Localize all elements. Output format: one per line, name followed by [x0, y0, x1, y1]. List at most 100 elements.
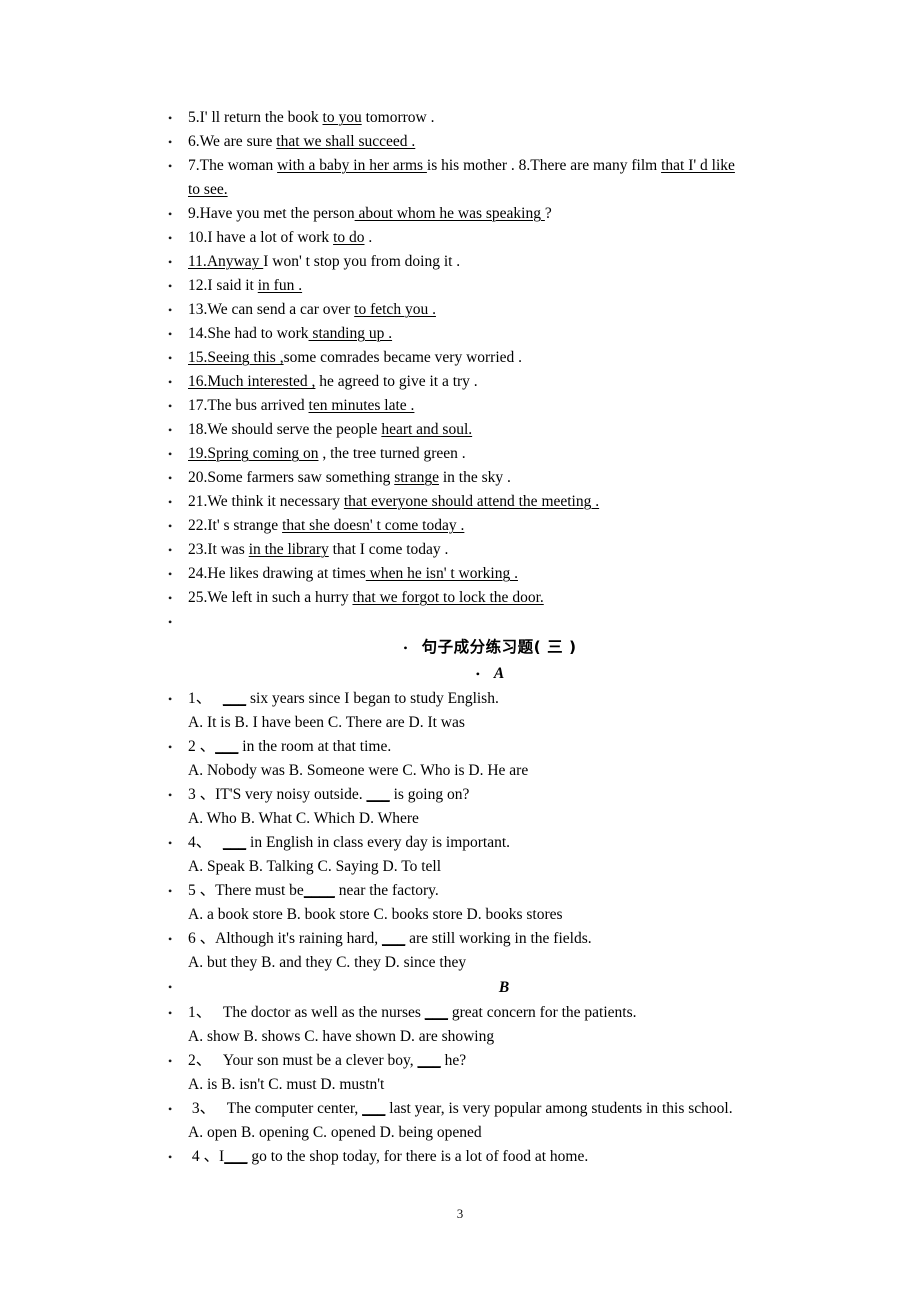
question-options[interactable]: A. Who B. What C. Which D. Where	[160, 807, 820, 831]
analysis-item: • 18.We should serve the people heart and…	[160, 418, 820, 442]
stem-text-after: he?	[440, 1052, 467, 1070]
answer-blank[interactable]: ___	[223, 834, 246, 851]
list-bullet-icon: •	[168, 519, 173, 533]
answer-blank[interactable]: ___	[366, 786, 389, 803]
stem-text-before	[211, 690, 223, 707]
stem-text-before: Your son must be a clever boy,	[211, 1052, 418, 1070]
analysis-item-text: 9.Have you met the person about whom he …	[188, 202, 820, 226]
list-bullet-icon: •	[168, 591, 173, 605]
question-stem: 3 、IT'S very noisy outside. ___ is going…	[188, 783, 820, 807]
analysis-item: • 20.Some farmers saw something strange i…	[160, 466, 820, 490]
stem-text-after: last year, is very popular among student…	[385, 1100, 733, 1118]
analysis-item: • 13.We can send a car over to fetch you …	[160, 298, 820, 322]
sentence-text: ?	[544, 205, 552, 222]
question-number: 2 、	[188, 738, 216, 756]
item-number: 23.	[188, 541, 208, 558]
sentence-text: Some farmers saw something	[207, 469, 395, 486]
stem-text-before: Although it's raining hard,	[215, 930, 382, 948]
list-bullet-icon: •	[168, 884, 173, 899]
stem-text-after: near the factory.	[334, 882, 439, 900]
analysis-item-text: 16.Much interested , he agreed to give i…	[188, 370, 820, 394]
question-item: • 1、 The doctor as well as the nurses ___…	[160, 1001, 820, 1025]
question-options[interactable]: A. is B. isn't C. must D. mustn't	[160, 1073, 820, 1097]
question-item: • 3、 The computer center, ___ last year,…	[160, 1097, 820, 1121]
question-options[interactable]: A. open B. opening C. opened D. being op…	[160, 1121, 820, 1145]
sentence-text: , the tree turned green .	[318, 445, 466, 462]
section-heading-A: • A	[160, 661, 820, 687]
underlined-phrase: that we shall succeed .	[276, 133, 416, 150]
question-number: 4 、	[188, 1148, 220, 1166]
sentence-text: The bus arrived	[207, 397, 309, 414]
list-bullet-icon: •	[168, 447, 173, 461]
list-bullet-icon: •	[168, 567, 173, 581]
question-stem: 4、 ___ in English in class every day is …	[188, 831, 820, 855]
item-number: 16.	[188, 373, 208, 390]
analysis-item-text: 7.The woman with a baby in her arms is h…	[188, 154, 820, 178]
question-stem: 3、 The computer center, ___ last year, i…	[188, 1097, 820, 1121]
answer-blank[interactable]: ___	[417, 1052, 440, 1069]
stem-text-after: is going on?	[389, 786, 470, 804]
answer-blank[interactable]: ___	[215, 738, 238, 755]
answer-blank[interactable]: ___	[362, 1100, 385, 1117]
sentence-text: He likes drawing at times	[207, 565, 366, 582]
sentence-text: We should serve the people	[207, 421, 382, 438]
list-bullet-icon: •	[168, 327, 173, 341]
answer-blank[interactable]: ____	[304, 882, 335, 899]
question-stem: 5 、There must be____ near the factory.	[188, 879, 820, 903]
sentence-text: We are sure	[199, 133, 277, 150]
analysis-item-text: 23.It was in the library that I come tod…	[188, 538, 820, 562]
list-bullet-icon: •	[168, 1150, 173, 1165]
answer-blank[interactable]: ___	[223, 690, 246, 707]
question-options[interactable]: A. It is B. I have been C. There are D. …	[160, 711, 820, 735]
item-number: 12.	[188, 277, 208, 294]
question-options[interactable]: A. Nobody was B. Someone were C. Who is …	[160, 759, 820, 783]
section-label-center: B	[188, 975, 820, 1001]
underlined-phrase: in fun .	[257, 277, 303, 294]
answer-blank[interactable]: ___	[425, 1004, 448, 1021]
list-bullet-icon: •	[168, 255, 173, 269]
section-heading-B: • B	[160, 975, 820, 1001]
underlined-phrase: that everyone should attend the meeting …	[343, 493, 600, 510]
list-bullet-icon: •	[168, 159, 173, 173]
question-options[interactable]: A. show B. shows C. have shown D. are sh…	[160, 1025, 820, 1049]
sentence-text: The woman	[199, 157, 278, 174]
item-number: 15.	[188, 349, 208, 366]
underlined-phrase: that I' d like	[661, 157, 735, 174]
list-bullet-icon: •	[168, 1054, 173, 1069]
analysis-item: • 11.Anyway I won' t stop you from doing …	[160, 250, 820, 274]
analysis-item: • 9.Have you met the person about whom he…	[160, 202, 820, 226]
answer-blank[interactable]: ___	[224, 1148, 247, 1165]
underlined-phrase: that she doesn' t come today .	[282, 517, 465, 534]
sentence-text: She had to work	[207, 325, 309, 342]
question-options[interactable]: A. but they B. and they C. they D. since…	[160, 951, 820, 975]
analysis-item-text: 19.Spring coming on , the tree turned gr…	[188, 442, 820, 466]
list-bullet-icon: •	[168, 399, 173, 413]
analysis-item: • 7.The woman with a baby in her arms is …	[160, 154, 820, 178]
list-bullet-icon: •	[168, 543, 173, 557]
analysis-item: • 23.It was in the library that I come to…	[160, 538, 820, 562]
analysis-item-text: 5.I' ll return the book to you tomorrow …	[188, 106, 820, 130]
underlined-phrase: with a baby in her arms	[277, 157, 427, 174]
sentence-text: We think it necessary	[207, 493, 344, 510]
answer-blank[interactable]: ___	[382, 930, 405, 947]
question-item: • 6 、Although it's raining hard, ___ are …	[160, 927, 820, 951]
stem-text-before: The computer center,	[215, 1100, 363, 1118]
analysis-item: • 19.Spring coming on , the tree turned g…	[160, 442, 820, 466]
analysis-item-text: 17.The bus arrived ten minutes late .	[188, 394, 820, 418]
list-bullet-icon: •	[168, 471, 173, 485]
item-number: 10.	[188, 229, 208, 246]
sentence-text: It' s strange	[207, 517, 283, 534]
question-options[interactable]: A. a book store B. book store C. books s…	[160, 903, 820, 927]
analysis-item: • 21.We think it necessary that everyone …	[160, 490, 820, 514]
list-bullet-icon: •	[168, 279, 173, 293]
stem-text-after: six years since I began to study English…	[246, 690, 499, 708]
underlined-phrase: to fetch you .	[354, 301, 436, 318]
sentence-text: We left in such a hurry	[207, 589, 353, 606]
analysis-item-text: 11.Anyway I won' t stop you from doing i…	[188, 250, 820, 274]
analysis-item-text: 12.I said it in fun .	[188, 274, 820, 298]
question-options[interactable]: A. Speak B. Talking C. Saying D. To tell	[160, 855, 820, 879]
question-number: 2、	[188, 1052, 212, 1070]
underlined-phrase: standing up .	[308, 325, 393, 342]
underlined-phrase: when he isn' t working .	[365, 565, 518, 582]
question-number: 5 、	[188, 882, 216, 900]
